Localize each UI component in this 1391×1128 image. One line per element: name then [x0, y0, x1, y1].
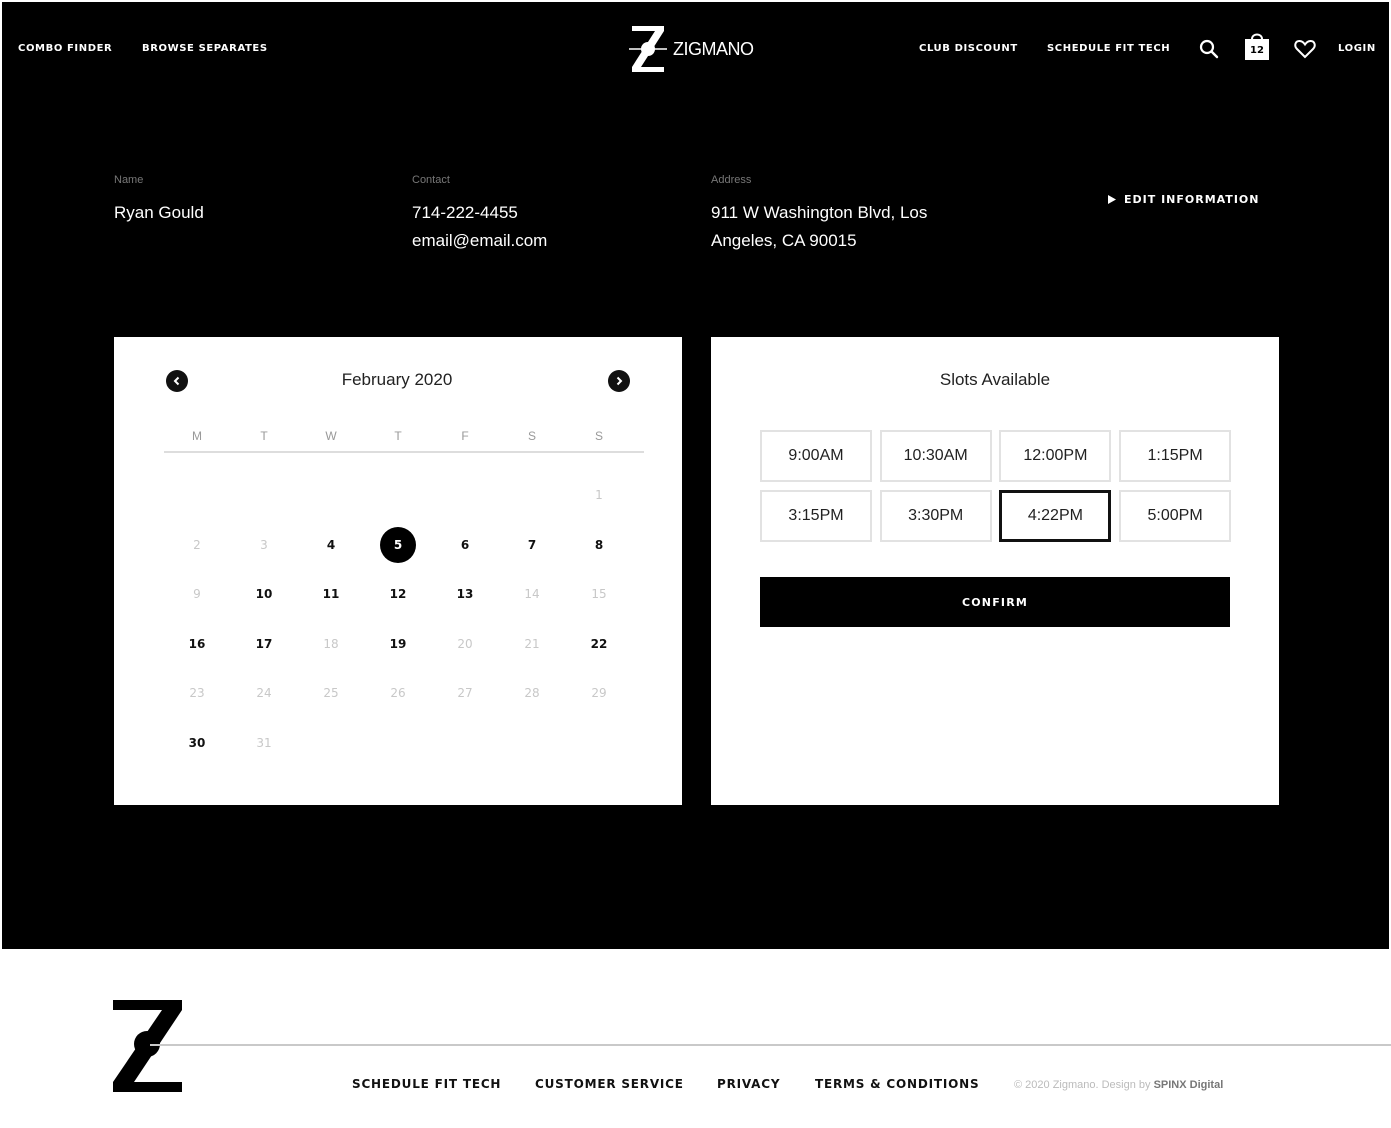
weekday-label: F — [461, 429, 469, 443]
name-label: Name — [114, 174, 144, 186]
weekday-label: S — [527, 429, 536, 443]
address-line-1: 911 W Washington Blvd, Los — [711, 203, 928, 222]
nav-login[interactable]: LOGIN — [1338, 43, 1376, 54]
calendar-day[interactable]: 15 — [581, 576, 617, 612]
footer-privacy[interactable]: PRIVACY — [717, 1077, 780, 1091]
footer-schedule-fit-tech[interactable]: SCHEDULE FIT TECH — [352, 1077, 501, 1091]
calendar-day-selected[interactable]: 5 — [380, 526, 416, 563]
calendar-month-title: February 2020 — [341, 370, 453, 389]
calendar-day[interactable]: 11 — [313, 576, 349, 612]
weekday-label: T — [260, 429, 268, 443]
nav-browse-separates[interactable]: BROWSE SEPARATES — [142, 43, 268, 54]
calendar-day[interactable]: 18 — [313, 626, 349, 662]
nav-combo-finder[interactable]: COMBO FINDER — [18, 43, 112, 54]
nav-club-discount[interactable]: CLUB DISCOUNT — [919, 43, 1018, 54]
slots-panel: Slots Available 9:00AM 10:30AM 12:00PM 1:15… — [711, 337, 1279, 805]
contact-label: Contact — [412, 174, 450, 186]
calendar-day[interactable]: 6 — [447, 527, 483, 563]
calendar-day[interactable]: 16 — [179, 626, 215, 662]
weekday-header: MTWTFSS — [164, 429, 644, 453]
brand-logo[interactable]: ZIGMANO — [629, 24, 754, 74]
calendar-day[interactable]: 9 — [179, 576, 215, 612]
chevron-right-icon — [616, 376, 623, 386]
cart-count: 12 — [1250, 44, 1264, 56]
time-slot[interactable]: 5:00PM — [1119, 490, 1232, 542]
edit-information-link[interactable]: EDIT INFORMATION — [1108, 193, 1259, 206]
zigmano-logo-icon — [629, 26, 667, 72]
calendar-day[interactable]: 17 — [246, 626, 282, 662]
footer-terms[interactable]: TERMS & CONDITIONS — [815, 1077, 979, 1091]
calendar-day[interactable]: 3 — [246, 527, 282, 563]
nav-schedule-fit-tech[interactable]: SCHEDULE FIT TECH — [1047, 43, 1170, 54]
copyright-brand-link[interactable]: SPINX Digital — [1154, 1079, 1224, 1091]
weekday-label: S — [594, 429, 603, 443]
main-section: COMBO FINDER BROWSE SEPARATES ZIGMANO CL… — [2, 2, 1389, 949]
calendar-day[interactable]: 8 — [581, 527, 617, 563]
calendar-day[interactable]: 4 — [313, 527, 349, 563]
weekday-label: M — [192, 429, 202, 443]
cart-icon[interactable]: 12 — [1242, 30, 1272, 62]
calendar-day[interactable]: 21 — [514, 626, 550, 662]
contact-phone: 714-222-4455 — [412, 203, 518, 222]
play-arrow-icon — [1108, 195, 1116, 204]
contact-email: email@email.com — [412, 231, 548, 250]
calendar-panel: February 2020 MTWTFSS 1 2 3 4 5 6 7 8 9 10 11 12 13 1… — [114, 337, 682, 805]
chevron-left-icon — [173, 376, 180, 386]
time-slot[interactable]: 1:15PM — [1119, 430, 1232, 482]
next-month-button[interactable] — [608, 370, 630, 392]
address-value: 911 W Washington Blvd, Los Angeles, CA 9… — [711, 199, 927, 255]
brand-name: ZIGMANO — [673, 38, 754, 59]
name-value: Ryan Gould — [114, 203, 204, 222]
time-slot-selected[interactable]: 4:22PM — [999, 490, 1112, 542]
calendar-day[interactable]: 28 — [514, 675, 550, 711]
address-line-2: Angeles, CA 90015 — [711, 231, 857, 250]
heart-icon[interactable] — [1292, 36, 1318, 62]
time-slot[interactable]: 10:30AM — [879, 430, 992, 482]
calendar-day[interactable]: 31 — [246, 725, 282, 761]
calendar-day[interactable]: 22 — [581, 626, 617, 662]
time-slot[interactable]: 9:00AM — [760, 430, 872, 482]
calendar-day[interactable]: 30 — [179, 725, 215, 761]
copyright-prefix: © 2020 Zigmano. Design by — [1014, 1079, 1151, 1091]
calendar-day[interactable]: 13 — [447, 576, 483, 612]
calendar-day[interactable]: 12 — [380, 576, 416, 612]
calendar-day[interactable]: 25 — [313, 675, 349, 711]
calendar-day[interactable]: 19 — [380, 626, 416, 662]
time-slot[interactable]: 12:00PM — [999, 430, 1112, 482]
prev-month-button[interactable] — [166, 370, 188, 392]
footer-divider — [150, 1044, 1391, 1046]
time-slot[interactable]: 3:15PM — [760, 490, 872, 542]
footer-customer-service[interactable]: CUSTOMER SERVICE — [535, 1077, 684, 1091]
contact-value: 714-222-4455 email@email.com — [412, 199, 547, 255]
calendar-day[interactable]: 2 — [179, 527, 215, 563]
time-slot[interactable]: 3:30PM — [879, 490, 992, 542]
address-label: Address — [711, 174, 752, 186]
calendar-day[interactable]: 23 — [179, 675, 215, 711]
search-icon[interactable] — [1196, 36, 1222, 62]
edit-information-label: EDIT INFORMATION — [1124, 193, 1260, 206]
weekday-label: T — [394, 429, 402, 443]
slots-title: Slots Available — [939, 370, 1051, 389]
calendar-day[interactable]: 26 — [380, 675, 416, 711]
calendar-day[interactable]: 24 — [246, 675, 282, 711]
copyright-text: © 2020 Zigmano. Design by SPINX Digital — [1014, 1079, 1223, 1091]
calendar-day[interactable]: 20 — [447, 626, 483, 662]
calendar-day[interactable]: 27 — [447, 675, 483, 711]
weekday-label: W — [325, 429, 337, 443]
calendar-day[interactable]: 14 — [514, 576, 550, 612]
calendar-day[interactable]: 1 — [581, 477, 617, 513]
confirm-button[interactable]: CONFIRM — [760, 577, 1230, 627]
calendar-day[interactable]: 10 — [246, 576, 282, 612]
calendar-day[interactable]: 29 — [581, 675, 617, 711]
footer-zigmano-logo-icon[interactable] — [110, 998, 186, 1094]
calendar-day[interactable]: 7 — [514, 527, 550, 563]
